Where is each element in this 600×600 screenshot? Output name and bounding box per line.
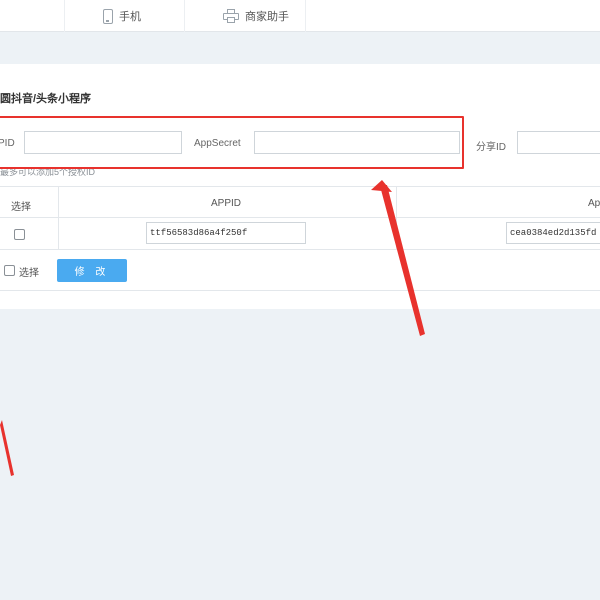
row-appsecret-input[interactable] [506, 222, 600, 244]
column-header-appsecret: Ap [588, 198, 600, 209]
table-footer-divider [0, 290, 600, 291]
nav-item-label: 手机 [119, 11, 141, 23]
table-row-divider [0, 249, 600, 250]
select-all-label: 选择 [19, 268, 39, 279]
table-header-divider [0, 217, 600, 218]
nav-item-label: 商家助手 [245, 11, 289, 23]
top-navigation: 手机 商家助手 [0, 0, 600, 32]
mini-program-panel: 圆抖音/头条小程序 PID AppSecret 分享ID 最多可以添加5个授权I… [0, 64, 600, 309]
arrow-shaft-left [0, 420, 14, 476]
printer-icon [223, 9, 239, 23]
share-id-input[interactable] [517, 131, 600, 154]
nav-item-merchant-assistant[interactable]: 商家助手 [184, 0, 306, 32]
table-column-divider [58, 186, 59, 249]
modify-button[interactable]: 修 改 [57, 259, 127, 282]
red-highlight-box [0, 116, 464, 169]
select-all-checkbox[interactable] [4, 265, 15, 276]
row-appid-input[interactable] [146, 222, 306, 244]
panel-title: 圆抖音/头条小程序 [0, 93, 92, 105]
table-column-divider [396, 186, 397, 249]
phone-icon [103, 8, 113, 24]
table-border-top [0, 186, 600, 187]
row-select-checkbox[interactable] [14, 229, 25, 240]
nav-item-phone[interactable]: 手机 [64, 0, 184, 32]
share-id-label: 分享ID [476, 142, 506, 153]
column-header-select: 选择 [11, 202, 31, 213]
column-header-appid: APPID [211, 198, 242, 209]
